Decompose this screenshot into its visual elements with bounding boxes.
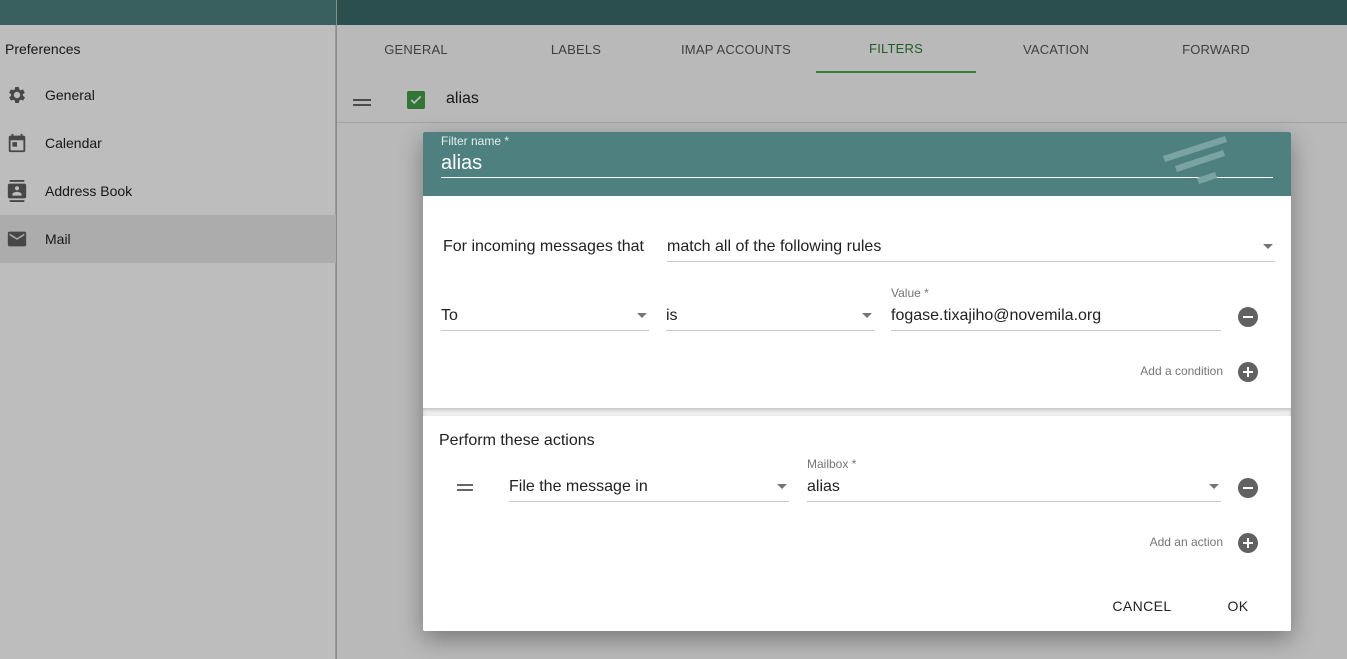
section-divider [423, 408, 1291, 416]
match-mode-value: match all of the following rules [667, 237, 882, 255]
filter-name-label: Filter name * [441, 134, 510, 148]
actions-section: Perform these actions File the message i… [423, 416, 1291, 631]
dialog-header: Filter name * [423, 132, 1291, 196]
chevron-down-icon [777, 484, 787, 489]
remove-action-button[interactable] [1238, 478, 1258, 498]
condition-value-text: fogase.tixajiho@novemila.org [891, 306, 1102, 324]
action-type-value: File the message in [509, 477, 648, 495]
rules-section: For incoming messages that match all of … [423, 196, 1291, 408]
match-mode-select[interactable]: match all of the following rules [667, 232, 1275, 262]
chevron-down-icon [1209, 484, 1219, 489]
add-condition-label[interactable]: Add a condition [1123, 364, 1223, 378]
chevron-down-icon [637, 313, 647, 318]
rules-intro-label: For incoming messages that [443, 238, 644, 255]
add-action-label[interactable]: Add an action [1123, 535, 1223, 549]
condition-operator-select[interactable]: is [666, 301, 874, 331]
condition-value-label: Value * [891, 286, 929, 300]
add-condition-button[interactable] [1238, 362, 1258, 382]
filter-dialog: Filter name * For incoming messages that… [423, 132, 1291, 631]
plus-icon-vertical [1247, 538, 1249, 548]
sogo-logo-icon [1163, 136, 1227, 184]
actions-title: Perform these actions [439, 432, 595, 449]
condition-field-select[interactable]: To [441, 301, 649, 331]
minus-icon [1243, 487, 1253, 489]
remove-condition-button[interactable] [1238, 307, 1258, 327]
chevron-down-icon [1263, 244, 1273, 249]
chevron-down-icon [862, 313, 872, 318]
action-type-select[interactable]: File the message in [509, 472, 789, 502]
ok-button[interactable]: OK [1218, 594, 1258, 618]
condition-value-input[interactable]: fogase.tixajiho@novemila.org [891, 301, 1221, 331]
drag-handle-icon[interactable] [457, 484, 473, 491]
minus-icon [1243, 316, 1253, 318]
plus-icon-vertical [1247, 367, 1249, 377]
cancel-button[interactable]: CANCEL [1108, 594, 1176, 618]
filter-name-input[interactable] [441, 150, 1273, 178]
mailbox-label: Mailbox * [807, 457, 857, 471]
mailbox-select[interactable]: alias [807, 472, 1221, 502]
mailbox-value: alias [807, 477, 840, 495]
condition-operator-value: is [666, 306, 678, 324]
condition-field-value: To [441, 306, 458, 324]
add-action-button[interactable] [1238, 533, 1258, 553]
